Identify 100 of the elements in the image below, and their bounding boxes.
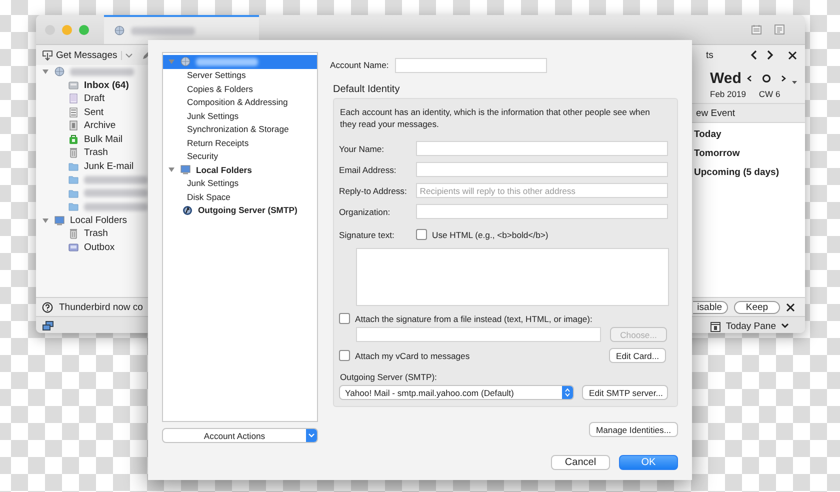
- get-messages-button[interactable]: Get Messages: [42, 50, 118, 60]
- text-field[interactable]: [416, 162, 668, 177]
- account-tree-item[interactable]: Security: [163, 150, 317, 163]
- folder-row[interactable]: Archive: [36, 119, 148, 132]
- folder-row[interactable]: Draft: [36, 92, 148, 106]
- cabinet-icon: [68, 120, 79, 132]
- dialog-button[interactable]: Cancel: [551, 455, 610, 470]
- disclosure-triangle-icon[interactable]: [42, 216, 49, 224]
- previous-icon[interactable]: [750, 50, 758, 60]
- account-tree-item[interactable]: Return Receipts: [163, 136, 317, 150]
- folder-icon: [68, 160, 79, 172]
- folder-row[interactable]: Sent: [36, 106, 148, 119]
- zoom-window-icon[interactable]: [79, 24, 89, 34]
- disclosure-triangle-icon[interactable]: [42, 68, 49, 76]
- account-tree-item[interactable]: Synchronization & Storage: [163, 122, 317, 136]
- checkbox-label: Attach my vCard to messages: [355, 350, 470, 360]
- account-tree-item[interactable]: Local Folders: [163, 163, 317, 176]
- field-label: Signature text:: [339, 230, 396, 240]
- help-icon: [42, 302, 53, 312]
- agenda-section[interactable]: Today: [694, 129, 805, 140]
- blurred-label: [84, 176, 148, 184]
- edit-card-button[interactable]: Edit Card...: [609, 348, 666, 363]
- calendar-icon: [710, 320, 721, 332]
- new-event-button[interactable]: ew Event: [696, 108, 736, 118]
- disclosure-triangle-icon[interactable]: [168, 166, 175, 174]
- field-label: Email Address:: [339, 164, 398, 174]
- next-icon[interactable]: [766, 50, 774, 60]
- download-icon: [42, 50, 53, 60]
- folder-row[interactable]: Trash: [36, 227, 148, 240]
- folder-label: Inbox (64): [84, 80, 129, 91]
- edit-smtp-server-button[interactable]: Edit SMTP server...: [582, 385, 668, 400]
- globe-icon: [114, 25, 125, 36]
- field-label: Outgoing Server (SMTP):: [340, 372, 438, 382]
- folder-row[interactable]: Junk E-mail: [36, 160, 148, 173]
- folder-label: Junk E-mail: [84, 160, 134, 172]
- manage-identities-button[interactable]: Manage Identities...: [588, 422, 678, 437]
- previous-day-icon[interactable]: [747, 74, 752, 82]
- monitor-icon: [54, 214, 65, 226]
- globe-icon: [182, 204, 193, 216]
- bag-icon: [68, 134, 79, 145]
- checkbox-label: Use HTML (e.g., <b>bold</b>): [432, 230, 548, 240]
- close-icon[interactable]: [788, 50, 797, 60]
- next-day-icon[interactable]: [781, 74, 786, 82]
- agenda-section[interactable]: Upcoming (5 days): [694, 167, 805, 178]
- account-actions-dropdown[interactable]: Account Actions: [162, 428, 318, 443]
- folder-label: Sent: [84, 106, 104, 118]
- folder-label: Archive: [84, 120, 116, 132]
- folder-label: Draft: [84, 93, 105, 104]
- up-down-arrows-icon: [565, 388, 570, 397]
- notification-text: Thunderbird now co: [59, 302, 143, 312]
- folder-row[interactable]: Inbox (64): [36, 78, 148, 92]
- today-pane-button[interactable]: Today Pane: [710, 320, 789, 332]
- globe-icon: [54, 66, 65, 78]
- smtp-server-dropdown[interactable]: Yahoo! Mail - smtp.mail.yahoo.com (Default): [339, 385, 574, 400]
- folder-row[interactable]: Trash: [36, 146, 148, 160]
- account-tree-item[interactable]: Copies & Folders: [163, 82, 317, 96]
- section-title: Default Identity: [333, 84, 401, 95]
- account-tree-item[interactable]: Server Settings: [163, 68, 317, 82]
- account-tree-item[interactable]: Junk Settings: [163, 176, 317, 190]
- mail-tab[interactable]: [104, 15, 259, 44]
- folder-row[interactable]: Local Folders: [36, 214, 148, 227]
- dropdown-caret-icon[interactable]: [792, 81, 798, 85]
- close-icon[interactable]: [786, 302, 795, 312]
- account-tree-item[interactable]: Disk Space: [163, 190, 317, 204]
- weekday: Wed: [710, 70, 742, 86]
- text-field[interactable]: Recipients will reply to this other address: [416, 183, 668, 198]
- blurred-label: [84, 189, 148, 198]
- calendar-week: CW 6: [758, 88, 780, 98]
- field-label: Organization:: [339, 206, 392, 216]
- agenda-section[interactable]: Tomorrow: [694, 148, 805, 159]
- keep-button[interactable]: Keep: [734, 300, 780, 314]
- file-path-field[interactable]: [356, 327, 601, 342]
- account-tree-item[interactable]: Composition & Addressing: [163, 96, 317, 109]
- text-field[interactable]: [416, 141, 668, 156]
- folder-icon: [68, 188, 79, 199]
- disable-button[interactable]: isable: [693, 300, 728, 314]
- folder-row[interactable]: Bulk Mail: [36, 132, 148, 146]
- blurred-label: [84, 202, 148, 211]
- dropdown-caret-icon[interactable]: [121, 50, 134, 60]
- folder-label: Trash: [84, 147, 108, 158]
- folder-label: Local Folders: [70, 214, 128, 226]
- text-field[interactable]: [416, 204, 668, 219]
- account-tree-item[interactable]: Outgoing Server (SMTP): [163, 204, 317, 217]
- tasks-icon[interactable]: [774, 24, 785, 35]
- checkbox[interactable]: [339, 350, 350, 361]
- today-icon[interactable]: [762, 74, 772, 82]
- field-label: Your Name:: [339, 144, 386, 154]
- globe-icon: [180, 56, 191, 68]
- trash-icon: [68, 147, 79, 158]
- account-tree-item[interactable]: Junk Settings: [163, 109, 317, 122]
- notepad-icon: [68, 93, 79, 104]
- folder-row[interactable]: Outbox: [36, 240, 148, 254]
- blurred-label: [196, 58, 258, 66]
- field-label: Reply-to Address:: [339, 186, 408, 196]
- checkbox[interactable]: [339, 313, 350, 324]
- monitor-icon: [180, 164, 191, 176]
- calendar-icon[interactable]: [751, 24, 762, 35]
- checkbox[interactable]: [416, 229, 427, 240]
- account-tree-item[interactable]: [163, 55, 317, 68]
- account-name-field[interactable]: [395, 58, 547, 72]
